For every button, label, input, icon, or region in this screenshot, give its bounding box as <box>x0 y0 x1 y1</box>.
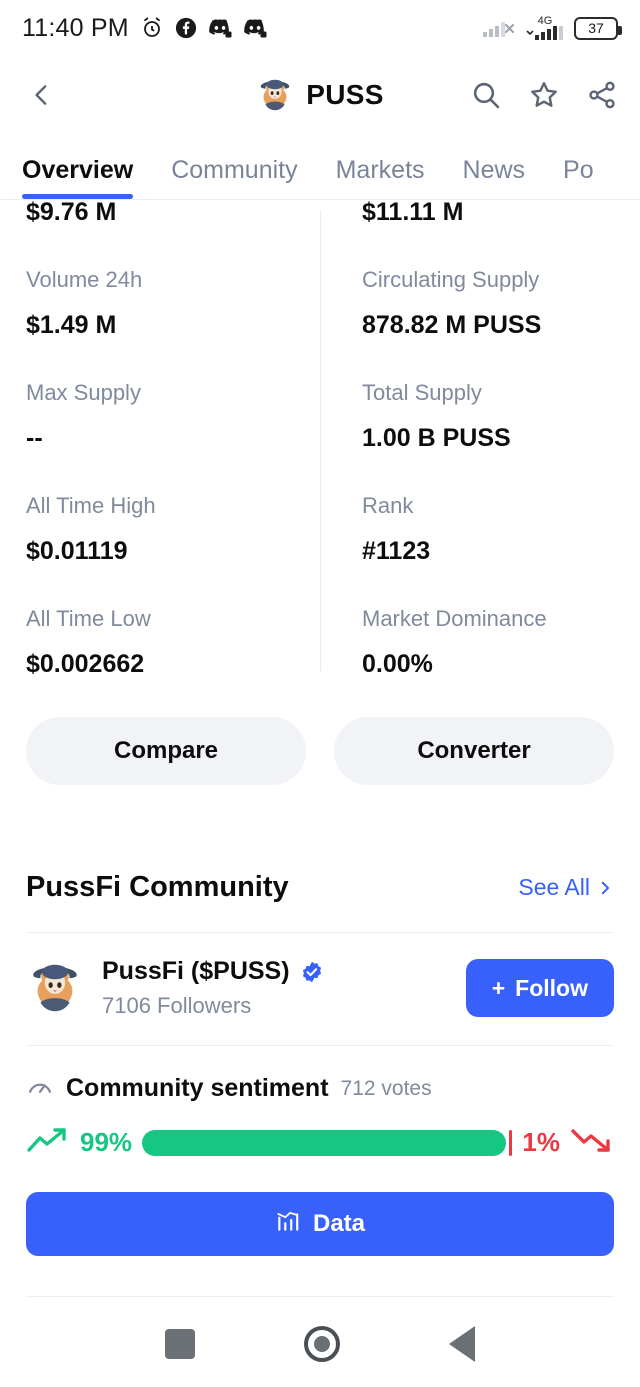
stat-value: $0.01119 <box>26 537 128 565</box>
gauge-icon <box>26 1072 54 1105</box>
stat-all-time-high: All Time High $0.01119 <box>26 495 304 564</box>
status-bar-left: 11:40 PM <box>22 14 267 43</box>
profile-followers: 7106 Followers <box>102 993 252 1018</box>
android-navigation-bar <box>0 1300 640 1387</box>
no-sim-signal-icon <box>482 17 516 39</box>
discord-icon <box>243 18 267 38</box>
cat-in-hat-logo-icon <box>256 76 294 114</box>
data-button[interactable]: Data <box>26 1192 614 1256</box>
tab-markets[interactable]: Markets <box>336 156 425 199</box>
sentiment-header: Community sentiment 712 votes <box>0 1046 640 1105</box>
verified-badge-icon <box>300 960 324 984</box>
trend-up-icon <box>26 1125 70 1160</box>
alarm-icon <box>140 16 164 40</box>
plus-icon: + <box>491 974 506 1001</box>
bullish-percent: 99% <box>80 1127 133 1157</box>
stat-total-supply: Total Supply 1.00 B PUSS <box>362 382 598 451</box>
sentiment-bar <box>142 1129 513 1156</box>
stat-value: 0.00% <box>362 650 433 678</box>
stat-value: $0.002662 <box>26 650 145 678</box>
stat-label: Max Supply <box>26 380 141 405</box>
header-actions <box>470 79 618 111</box>
page-title: PUSS <box>306 79 384 110</box>
community-section-header: PussFi Community See All <box>0 785 640 904</box>
star-icon[interactable] <box>528 79 560 111</box>
stat-value: -- <box>26 424 43 452</box>
discord-icon <box>208 18 232 38</box>
back-button[interactable] <box>22 75 62 115</box>
stats-column-right: $11.11 M Circulating Supply 878.82 M PUS… <box>320 200 614 677</box>
stat-value-fdv: $11.11 M <box>362 198 464 226</box>
follow-label: Follow <box>515 974 588 1001</box>
stat-value: 878.82 M PUSS <box>362 311 542 339</box>
sentiment-bar-row: 99% 1% <box>0 1105 640 1160</box>
stat-market-dominance: Market Dominance 0.00% <box>362 608 598 677</box>
stat-label: Volume 24h <box>26 267 143 292</box>
stat-volume-24h: Volume 24h $1.49 M <box>26 269 304 338</box>
community-profile-row[interactable]: PussFi ($PUSS) 7106 Followers + Follow <box>0 933 640 1019</box>
stat-value-market-cap: $9.76 M <box>26 198 117 226</box>
converter-button[interactable]: Converter <box>334 717 614 785</box>
tab-bar[interactable]: Overview Community Markets News Po <box>0 134 640 200</box>
data-label: Data <box>312 1210 366 1237</box>
stat-circulating-supply: Circulating Supply 878.82 M PUSS <box>362 269 598 338</box>
sentiment-votes: 712 votes <box>340 1076 432 1100</box>
tab-overview[interactable]: Overview <box>22 156 134 199</box>
tab-portfolio[interactable]: Po <box>563 156 594 199</box>
chevron-right-icon <box>601 881 609 894</box>
tab-news[interactable]: News <box>463 156 526 199</box>
status-bar: 11:40 PM 4G 37 <box>0 0 640 56</box>
profile-name: PussFi ($PUSS) <box>102 957 290 985</box>
stat-rank: Rank #1123 <box>362 495 598 564</box>
bearish-percent: 1% <box>522 1127 560 1157</box>
share-icon[interactable] <box>586 79 618 111</box>
back-nav-button[interactable] <box>449 1325 476 1362</box>
stat-all-time-low: All Time Low $0.002662 <box>26 608 304 677</box>
home-button[interactable] <box>303 1325 340 1362</box>
facebook-icon <box>175 17 197 39</box>
sentiment-title: Community sentiment <box>66 1074 329 1102</box>
sentiment-bar-bullish <box>142 1129 506 1156</box>
stat-max-supply: Max Supply -- <box>26 382 304 451</box>
search-icon[interactable] <box>470 79 502 111</box>
see-all-link[interactable]: See All <box>518 874 614 901</box>
battery-level-label: 37 <box>588 20 604 36</box>
stat-label: All Time Low <box>26 606 151 631</box>
stat-label: Rank <box>362 493 414 518</box>
recents-button[interactable] <box>164 1328 195 1359</box>
stats-divider <box>320 210 321 671</box>
sentiment-bar-bearish <box>508 1129 513 1156</box>
stat-label: Market Dominance <box>362 606 547 631</box>
stat-label: Total Supply <box>362 380 482 405</box>
profile-text: PussFi ($PUSS) 7106 Followers <box>102 957 324 1019</box>
see-all-label: See All <box>518 874 590 900</box>
mobile-data-icon: 4G <box>525 15 565 41</box>
bar-chart-icon <box>275 1208 301 1241</box>
profile-avatar-cat-icon <box>26 959 84 1017</box>
stat-label: Circulating Supply <box>362 267 540 292</box>
stat-label: All Time High <box>26 493 156 518</box>
status-bar-right: 4G 37 <box>482 15 622 41</box>
stats-grid: $9.76 M Volume 24h $1.49 M Max Supply --… <box>0 200 640 677</box>
battery-indicator: 37 <box>574 16 622 40</box>
compare-button[interactable]: Compare <box>26 717 306 785</box>
stat-value: 1.00 B PUSS <box>362 424 511 452</box>
chevron-left-icon <box>35 85 47 105</box>
section-title: PussFi Community <box>26 871 289 903</box>
status-time: 11:40 PM <box>22 13 129 42</box>
app-header: PUSS <box>0 56 640 134</box>
quick-actions: Compare Converter <box>0 677 640 785</box>
stat-value: #1123 <box>362 537 431 565</box>
stat-value: $1.49 M <box>26 311 117 339</box>
tab-community[interactable]: Community <box>171 156 297 199</box>
trend-down-icon <box>570 1125 614 1160</box>
home-inner-dot <box>313 1335 330 1352</box>
follow-button[interactable]: + Follow <box>465 959 614 1017</box>
stats-column-left: $9.76 M Volume 24h $1.49 M Max Supply --… <box>26 200 320 677</box>
profile-name-row: PussFi ($PUSS) <box>102 957 324 986</box>
